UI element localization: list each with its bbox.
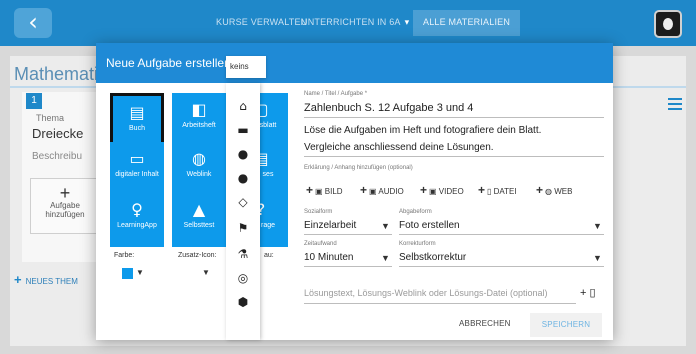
loesung-input[interactable]: Lösungstext, Lösungs-Weblink oder Lösung… — [304, 288, 547, 298]
flask-icon[interactable]: ⚗ — [226, 247, 260, 261]
type-tile-buch[interactable]: ▤ Buch — [110, 93, 164, 147]
type-tile-learningapp[interactable]: ♀ LearningApp — [110, 193, 164, 247]
comment-icon[interactable]: ● — [226, 147, 260, 161]
thema-value: Dreiecke — [32, 126, 84, 141]
back-button[interactable]: ‹ — [14, 8, 52, 38]
korrekturform-label: Korrekturform — [399, 241, 436, 247]
nav-unterrichten-label: UNTERRICHTEN IN 6A — [301, 17, 401, 27]
type-tile-arbeitsheft[interactable]: ◧ Arbeitsheft — [172, 93, 226, 147]
dialog-header: Neue Aufgabe erstellen — [96, 43, 613, 83]
beschreibung-label: Beschreibu — [32, 151, 83, 162]
zeitaufwand-label: Zeitaufwand — [304, 241, 337, 247]
attach-video-button[interactable]: + ▣ VIDEO — [420, 183, 464, 197]
page-title: Mathemati — [14, 64, 99, 84]
korrekturform-select[interactable]: Selbstkorrektur — [399, 252, 466, 263]
color-swatch[interactable] — [122, 268, 133, 279]
nav-alle-materialien[interactable]: ALLE MATERIALIEN — [413, 10, 521, 36]
lightbulb-icon: ♀ — [131, 200, 143, 219]
type-tile-weblink[interactable]: ◍ Weblink — [172, 142, 226, 196]
book-icon: ▤ — [129, 103, 145, 122]
plus-icon: + — [14, 272, 22, 287]
top-bar: ‹ KURSE VERWALTEN UNTERRICHTEN IN 6A ▾ AL… — [0, 0, 696, 46]
attach-bild-button[interactable]: + ▣ BILD — [306, 183, 343, 197]
sozialform-caret-icon[interactable]: ▼ — [381, 221, 390, 231]
erklaerung-label: Erklärung / Anhang hinzufügen (optional) — [304, 165, 413, 171]
neues-thema-label: NEUES THEM — [25, 277, 78, 286]
caret-down-icon: ▾ — [404, 17, 410, 27]
color-caret-icon[interactable]: ▼ — [136, 268, 144, 277]
farbe-label: Farbe: — [114, 252, 135, 259]
korrekturform-caret-icon[interactable]: ▼ — [593, 253, 602, 263]
nav-unterrichten[interactable]: UNTERRICHTEN IN 6A ▾ — [301, 17, 409, 28]
thema-label: Thema — [36, 113, 65, 123]
loesung-underline — [304, 303, 576, 304]
hamburger-menu-icon[interactable] — [668, 98, 682, 110]
abgabeform-caret-icon[interactable]: ▼ — [593, 221, 602, 231]
avatar[interactable] — [654, 10, 682, 38]
new-task-dialog: Neue Aufgabe erstellen ▤ Buch ◧ Arbeitshef… — [96, 43, 613, 340]
add-aufgabe-button[interactable]: + Aufgabe hinzufügen — [30, 178, 100, 234]
zeitaufwand-underline — [304, 266, 392, 267]
nav-kurse-verwalten[interactable]: KURSE VERWALTEN — [216, 17, 307, 27]
rau-label: au: — [264, 252, 274, 259]
description-underline — [304, 156, 604, 157]
attach-web-button[interactable]: + ◍ WEB — [536, 183, 572, 197]
archive-icon[interactable]: ▬ — [226, 123, 260, 137]
loesung-attach-button[interactable]: + ▯ — [580, 286, 596, 299]
cancel-button[interactable]: ABBRECHEN — [459, 319, 511, 328]
zeitaufwand-select[interactable]: 10 Minuten — [304, 252, 353, 263]
zusatz-caret-icon[interactable]: ▼ — [202, 268, 210, 277]
diamond-icon[interactable]: ◇ — [226, 195, 260, 209]
flag-icon[interactable]: ⚑ — [226, 221, 260, 235]
type-tile-digitaler-inhalt[interactable]: ▭ digitaler Inhalt — [110, 142, 164, 196]
sozialform-label: Sozialform — [304, 209, 333, 215]
type-tile-selbsttest[interactable]: ▲ Selbsttest — [172, 193, 226, 247]
attach-datei-button[interactable]: + ▯ DATEI — [478, 183, 517, 197]
sozialform-underline — [304, 234, 392, 235]
add-aufgabe-label-2: hinzufügen — [45, 210, 85, 219]
attach-audio-button[interactable]: + ▣ AUDIO — [360, 183, 404, 197]
cube-icon[interactable]: ⬢ — [226, 295, 260, 309]
dialog-title: Neue Aufgabe erstellen — [106, 56, 231, 70]
abgabeform-underline — [399, 234, 604, 235]
target-icon[interactable]: ◎ — [226, 271, 260, 285]
zeitaufwand-caret-icon[interactable]: ▼ — [381, 253, 390, 263]
add-aufgabe-label-1: Aufgabe — [50, 201, 80, 210]
globe-icon: ◍ — [192, 149, 206, 168]
comments-icon[interactable]: ● — [226, 171, 260, 185]
save-button[interactable]: SPEICHERN — [530, 313, 602, 337]
graduation-cap-icon: ▲ — [192, 200, 206, 219]
description-line-1[interactable]: Löse die Aufgaben im Heft und fotografie… — [304, 125, 541, 136]
abgabeform-label: Abgabeform — [399, 209, 432, 215]
name-underline — [304, 117, 604, 118]
zusatz-icon-dropdown: ⌂ ▬ ● ● ◇ ⚑ ⚗ ◎ ⬢ — [226, 83, 260, 340]
description-line-2[interactable]: Vergleiche anschliessend deine Lösungen. — [304, 142, 494, 153]
laptop-icon: ▭ — [129, 149, 145, 168]
chevron-left-icon: ‹ — [28, 8, 38, 36]
sozialform-select[interactable]: Einzelarbeit — [304, 220, 356, 231]
workbook-icon: ◧ — [191, 100, 207, 119]
thema-number-badge: 1 — [26, 93, 42, 109]
korrekturform-underline — [399, 266, 604, 267]
name-label: Name / Titel / Aufgabe * — [304, 91, 368, 97]
abgabeform-select[interactable]: Foto erstellen — [399, 220, 460, 231]
name-input[interactable]: Zahlenbuch S. 12 Aufgabe 3 und 4 — [304, 102, 473, 114]
zusatz-icon-selected[interactable]: keins — [226, 56, 266, 78]
neues-thema-button[interactable]: + NEUES THEM — [14, 272, 78, 287]
home-icon[interactable]: ⌂ — [226, 99, 260, 113]
zusatz-icon-label: Zusatz-Icon: — [178, 252, 217, 259]
plus-icon: + — [59, 183, 71, 203]
